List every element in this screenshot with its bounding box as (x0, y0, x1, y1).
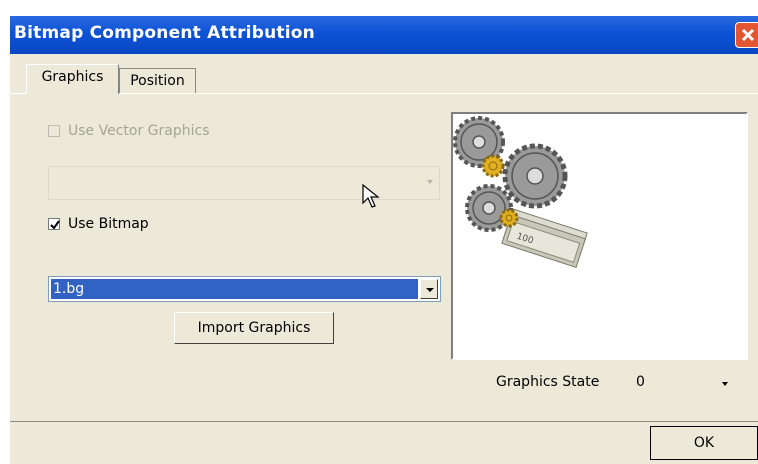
bitmap-select-value: 1.bg (51, 279, 418, 299)
use-bitmap-label: Use Bitmap (68, 216, 149, 232)
chevron-down-icon (427, 180, 433, 184)
use-bitmap-checkbox[interactable]: Use Bitmap (48, 216, 149, 232)
ok-button[interactable]: OK (650, 426, 758, 460)
tab-graphics-label: Graphics (41, 69, 104, 85)
checkmark-icon (50, 220, 60, 230)
bitmap-preview: 100 (451, 112, 748, 360)
title-bar[interactable]: Bitmap Component Attribution (10, 16, 758, 54)
import-graphics-button[interactable]: Import Graphics (174, 312, 334, 344)
dialog-window: Bitmap Component Attribution Graphics Po… (10, 16, 758, 464)
graphics-state-label: Graphics State (496, 374, 600, 390)
tab-position-label: Position (130, 73, 185, 89)
tab-graphics[interactable]: Graphics (26, 64, 119, 94)
bitmap-select-dropdown-button[interactable] (420, 279, 438, 299)
use-vector-graphics-checkbox[interactable]: Use Vector Graphics (48, 123, 210, 139)
mouse-cursor (362, 184, 380, 208)
window-title: Bitmap Component Attribution (14, 23, 315, 43)
tab-position[interactable]: Position (119, 68, 196, 94)
graphics-state-value[interactable]: 0 (636, 374, 645, 390)
chevron-down-icon (426, 288, 434, 292)
use-vector-graphics-label: Use Vector Graphics (68, 123, 210, 139)
use-bitmap-box[interactable] (48, 218, 60, 230)
gears-money-image: 100 (453, 116, 588, 268)
close-button[interactable] (735, 22, 758, 48)
chevron-down-icon[interactable] (722, 382, 728, 386)
use-vector-graphics-box[interactable] (48, 125, 60, 137)
bitmap-select[interactable]: 1.bg (48, 276, 441, 302)
close-icon (741, 28, 755, 42)
